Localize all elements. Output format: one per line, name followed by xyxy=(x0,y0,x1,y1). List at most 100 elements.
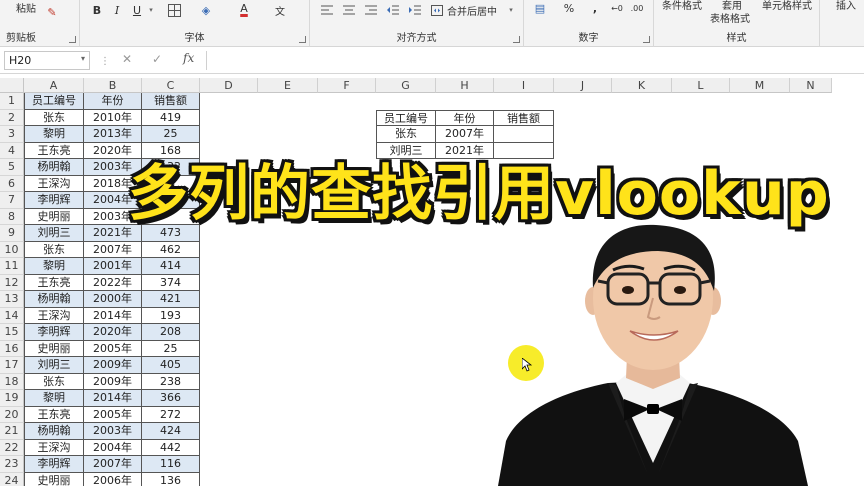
table-cell[interactable]: 374 xyxy=(142,274,200,291)
lookup-cell[interactable]: 2007年 xyxy=(436,126,494,143)
merge-center-button[interactable]: 合并后居中 xyxy=(447,3,497,18)
table-cell[interactable]: 424 xyxy=(142,423,200,440)
name-box[interactable]: H20 ▾ xyxy=(4,51,90,70)
alignment-launcher-icon[interactable] xyxy=(513,36,520,43)
paste-button[interactable]: 粘贴 xyxy=(16,0,36,15)
table-cell[interactable]: 史明丽 xyxy=(24,340,84,357)
lookup-header-cell[interactable]: 销售额 xyxy=(494,109,554,126)
column-header-k[interactable]: K xyxy=(612,78,672,93)
table-header-cell[interactable]: 员工编号 xyxy=(24,93,84,110)
phonetic-button[interactable]: 文 xyxy=(272,2,288,18)
row-header-16[interactable]: 16 xyxy=(0,340,24,357)
row-header-18[interactable]: 18 xyxy=(0,373,24,390)
table-cell[interactable]: 李明辉 xyxy=(24,324,84,341)
table-cell[interactable]: 421 xyxy=(142,291,200,308)
column-header-n[interactable]: N xyxy=(790,78,832,93)
table-cell[interactable]: 王东亮 xyxy=(24,406,84,423)
row-header-20[interactable]: 20 xyxy=(0,406,24,423)
table-cell[interactable]: 116 xyxy=(142,456,200,473)
row-header-14[interactable]: 14 xyxy=(0,307,24,324)
conditional-format-button[interactable]: 条件格式 xyxy=(662,0,702,12)
table-cell[interactable]: 王深沟 xyxy=(24,175,84,192)
table-cell[interactable]: 2006年 xyxy=(84,472,142,486)
table-cell[interactable]: 193 xyxy=(142,307,200,324)
borders-icon[interactable] xyxy=(166,2,182,18)
table-cell[interactable]: 2007年 xyxy=(84,456,142,473)
table-cell[interactable]: 黎明 xyxy=(24,258,84,275)
row-header-10[interactable]: 10 xyxy=(0,241,24,258)
table-cell[interactable]: 2009年 xyxy=(84,373,142,390)
clipboard-launcher-icon[interactable] xyxy=(69,36,76,43)
row-header-9[interactable]: 9 xyxy=(0,225,24,242)
italic-button[interactable]: I xyxy=(110,2,124,18)
table-cell[interactable]: 杨明翰 xyxy=(24,159,84,176)
row-header-13[interactable]: 13 xyxy=(0,291,24,308)
column-header-b[interactable]: B xyxy=(84,78,142,93)
table-cell[interactable]: 李明辉 xyxy=(24,192,84,209)
cancel-formula-icon[interactable]: ✕ xyxy=(122,52,132,66)
format-painter-icon[interactable]: ✎ xyxy=(44,4,60,20)
lookup-cell[interactable] xyxy=(494,126,554,143)
merge-dropdown-icon[interactable]: ▾ xyxy=(506,2,516,18)
table-cell[interactable]: 史明丽 xyxy=(24,472,84,486)
row-header-6[interactable]: 6 xyxy=(0,175,24,192)
insert-button[interactable]: 插入 xyxy=(836,0,856,12)
column-header-d[interactable]: D xyxy=(200,78,258,93)
table-cell[interactable]: 2010年 xyxy=(84,109,142,126)
row-header-1[interactable]: 1 xyxy=(0,93,24,110)
lookup-cell[interactable]: 张东 xyxy=(376,126,436,143)
number-launcher-icon[interactable] xyxy=(643,36,650,43)
table-cell[interactable]: 2005年 xyxy=(84,406,142,423)
table-cell[interactable]: 2014年 xyxy=(84,390,142,407)
column-header-g[interactable]: G xyxy=(376,78,436,93)
row-header-11[interactable]: 11 xyxy=(0,258,24,275)
align-right-icon[interactable] xyxy=(364,2,378,18)
table-cell[interactable]: 419 xyxy=(142,109,200,126)
table-cell[interactable]: 黎明 xyxy=(24,390,84,407)
bold-button[interactable]: B xyxy=(90,2,104,18)
row-header-3[interactable]: 3 xyxy=(0,126,24,143)
table-cell[interactable]: 2014年 xyxy=(84,307,142,324)
table-cell[interactable]: 208 xyxy=(142,324,200,341)
accounting-format-icon[interactable]: ▤ xyxy=(532,0,548,16)
table-cell[interactable]: 442 xyxy=(142,439,200,456)
name-box-dropdown-icon[interactable]: ▾ xyxy=(81,54,85,63)
table-header-cell[interactable]: 销售额 xyxy=(142,93,200,110)
table-cell[interactable]: 王深沟 xyxy=(24,307,84,324)
table-cell[interactable]: 张东 xyxy=(24,241,84,258)
underline-dropdown-icon[interactable]: ▾ xyxy=(146,2,156,18)
font-color-button[interactable]: A xyxy=(236,0,252,16)
lookup-header-cell[interactable]: 年份 xyxy=(436,109,494,126)
table-cell[interactable]: 2004年 xyxy=(84,439,142,456)
table-cell[interactable]: 王东亮 xyxy=(24,142,84,159)
table-cell[interactable]: 136 xyxy=(142,472,200,486)
table-cell[interactable]: 刘明三 xyxy=(24,357,84,374)
row-header-12[interactable]: 12 xyxy=(0,274,24,291)
insert-function-button[interactable]: fx xyxy=(183,51,194,65)
format-as-table-button[interactable]: 表格格式 xyxy=(710,10,750,25)
decrease-decimal-icon[interactable]: .00 xyxy=(628,0,646,16)
table-cell[interactable]: 刘明三 xyxy=(24,225,84,242)
table-cell[interactable]: 杨明翰 xyxy=(24,423,84,440)
column-header-f[interactable]: F xyxy=(318,78,376,93)
row-header-7[interactable]: 7 xyxy=(0,192,24,209)
comma-button[interactable]: , xyxy=(588,0,602,16)
row-header-23[interactable]: 23 xyxy=(0,456,24,473)
column-header-i[interactable]: I xyxy=(494,78,554,93)
lookup-header-cell[interactable]: 员工编号 xyxy=(376,109,436,126)
table-cell[interactable]: 2005年 xyxy=(84,340,142,357)
decrease-indent-icon[interactable] xyxy=(386,2,400,18)
table-cell[interactable]: 李明辉 xyxy=(24,456,84,473)
cell-styles-button[interactable]: 单元格样式 xyxy=(762,0,812,12)
confirm-formula-icon[interactable]: ✓ xyxy=(152,52,162,66)
column-header-l[interactable]: L xyxy=(672,78,730,93)
font-launcher-icon[interactable] xyxy=(299,36,306,43)
row-header-22[interactable]: 22 xyxy=(0,439,24,456)
table-cell[interactable]: 王东亮 xyxy=(24,274,84,291)
table-cell[interactable]: 杨明翰 xyxy=(24,291,84,308)
table-cell[interactable]: 张东 xyxy=(24,109,84,126)
table-cell[interactable]: 史明丽 xyxy=(24,208,84,225)
table-cell[interactable]: 366 xyxy=(142,390,200,407)
table-cell[interactable]: 黎明 xyxy=(24,126,84,143)
table-cell[interactable]: 25 xyxy=(142,126,200,143)
